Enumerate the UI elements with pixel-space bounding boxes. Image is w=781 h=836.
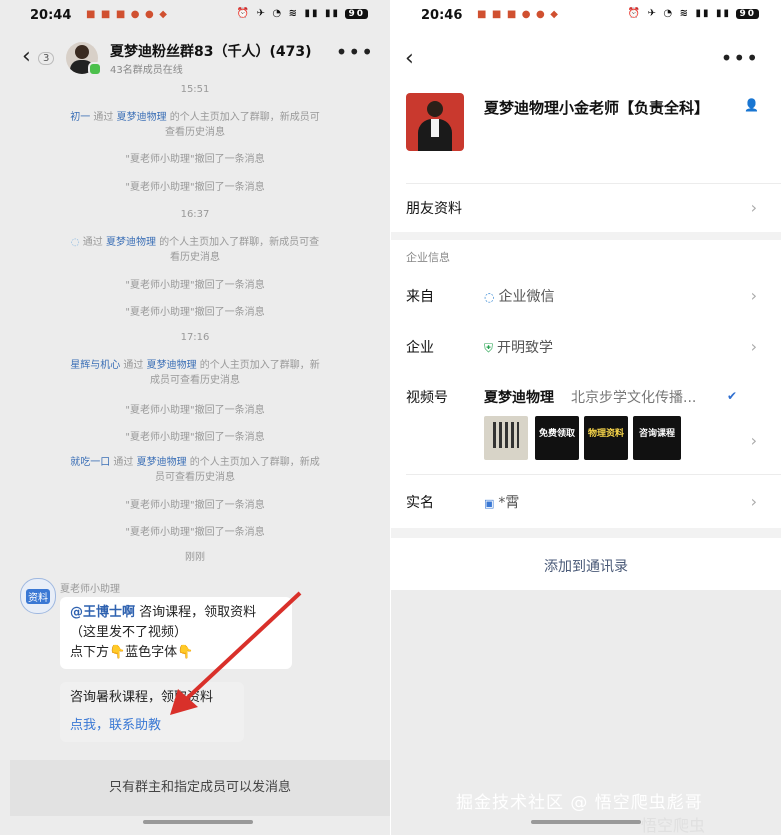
- system-icons: ⏰ ✈ ◔ ≋ ▮▮ ▮▮ 90: [237, 8, 368, 19]
- back-arrow-icon[interactable]: ‹: [405, 46, 414, 71]
- inviter-name[interactable]: 夏梦迪物理: [117, 112, 167, 123]
- timestamp: 刚刚: [185, 552, 205, 563]
- inviter-name[interactable]: 夏梦迪物理: [106, 237, 156, 248]
- video-thumbnail[interactable]: 免费领取: [535, 416, 579, 460]
- unread-count-badge: 3: [38, 52, 55, 65]
- group-chat-screen: 20:44 ■ ■ ■ ● ● ◆ ⏰ ✈ ◔ ≋ ▮▮ ▮▮ 90 ‹ 3 夏…: [0, 0, 390, 835]
- group-title[interactable]: 夏梦迪粉丝群83（千人）(473): [110, 41, 312, 61]
- watermark-text-faint: 悟空爬虫: [641, 816, 706, 835]
- restricted-input-notice: 只有群主和指定成员可以发消息: [10, 760, 390, 816]
- member-name[interactable]: 星辉与机心: [70, 360, 120, 371]
- verified-badge-icon: ✔: [727, 389, 738, 403]
- recall-notice: "夏老师小助理"撤回了一条消息: [125, 182, 265, 193]
- divider: [406, 474, 781, 475]
- notice-text: 通过: [110, 457, 137, 468]
- notification-icons: ■ ■ ■ ● ● ◆: [477, 9, 559, 20]
- assistant-avatar[interactable]: 资料: [20, 578, 56, 614]
- recall-notice: "夏老师小助理"撤回了一条消息: [125, 500, 265, 511]
- notice-text: 的个人主页加入了群聊，新成员可查看历史消息: [165, 112, 320, 138]
- join-notice: ◌ 通过 夏梦迪物理 的个人主页加入了群聊，新成员可查看历史消息: [70, 235, 320, 265]
- from-row[interactable]: 来自 ›: [406, 286, 781, 308]
- recall-notice: "夏老师小助理"撤回了一条消息: [125, 280, 265, 291]
- realname-value: ▣ *霄: [484, 495, 520, 511]
- section-gap: [391, 232, 781, 240]
- avatar-label: 资料: [26, 589, 50, 604]
- mention[interactable]: @王博士啊: [70, 605, 135, 620]
- notice-text: 通过: [90, 112, 117, 123]
- inviter-name[interactable]: 夏梦迪物理: [137, 457, 187, 468]
- status-time: 20:46: [421, 8, 463, 23]
- notice-text: 通过: [82, 237, 106, 248]
- battery-indicator: 90: [736, 9, 759, 19]
- online-status-icon: [88, 62, 102, 76]
- video-thumbnail-qr[interactable]: [484, 416, 528, 460]
- battery-indicator: 90: [345, 9, 368, 19]
- from-label: 来自: [406, 289, 434, 305]
- timestamp: 15:51: [180, 84, 210, 95]
- divider: [406, 183, 781, 184]
- company-value: ⛨ 开明致学: [484, 340, 554, 356]
- section-header: 企业信息: [406, 251, 450, 264]
- red-arrow-annotation: [170, 591, 302, 715]
- chevron-right-icon: ›: [750, 198, 757, 217]
- join-notice: 初一 通过 夏梦迪物理 的个人主页加入了群聊，新成员可查看历史消息: [70, 110, 320, 140]
- contact-profile-screen: 20:46 ■ ■ ■ ● ● ◆ ⏰ ✈ ◔ ≋ ▮▮ ▮▮ 90 ‹ •••…: [391, 0, 781, 835]
- home-indicator[interactable]: [531, 820, 641, 824]
- profile-name: 夏梦迪物理小金老师【负责全科】: [484, 99, 710, 117]
- member-name[interactable]: 就吃一口: [70, 457, 110, 468]
- section-gap: [391, 528, 781, 538]
- channel-name: 夏梦迪物理: [484, 390, 554, 406]
- wecom-icon: ◌: [484, 290, 495, 304]
- recall-notice: "夏老师小助理"撤回了一条消息: [125, 432, 265, 443]
- member-name[interactable]: 初一: [70, 112, 90, 123]
- system-icons: ⏰ ✈ ◔ ≋ ▮▮ ▮▮ 90: [628, 8, 759, 19]
- sender-name: 夏老师小助理: [60, 584, 120, 595]
- person-icon: 👤: [744, 98, 759, 112]
- from-value: ◌ 企业微信: [484, 289, 555, 305]
- company-label: 企业: [406, 340, 434, 356]
- realname-row[interactable]: 实名 ›: [406, 492, 781, 514]
- chevron-right-icon: ›: [750, 431, 757, 450]
- id-card-icon: ▣: [484, 497, 495, 510]
- notification-icons: ■ ■ ■ ● ● ◆: [86, 9, 168, 20]
- online-members-count: 43名群成员在线: [110, 65, 183, 76]
- realname-label: 实名: [406, 495, 434, 511]
- channel-label: 视频号: [406, 390, 448, 406]
- channel-org: 北京步学文化传播...: [571, 390, 697, 406]
- add-to-contacts-button[interactable]: 添加到通讯录: [391, 556, 781, 576]
- watermark-text: 掘金技术社区 @ 悟空爬虫彪哥: [456, 793, 703, 813]
- video-thumbnail[interactable]: 物理资料: [584, 416, 628, 460]
- chevron-right-icon: ›: [750, 337, 757, 356]
- friend-info-label: 朋友资料: [406, 201, 462, 217]
- more-options-icon[interactable]: •••: [721, 46, 759, 70]
- recall-notice: "夏老师小助理"撤回了一条消息: [125, 307, 265, 318]
- status-time: 20:44: [30, 8, 72, 23]
- chat-header: ‹ 3 夏梦迪粉丝群83（千人）(473) 43名群成员在线 •••: [0, 34, 390, 78]
- chevron-right-icon: ›: [750, 286, 757, 305]
- inviter-name[interactable]: 夏梦迪物理: [147, 360, 197, 371]
- timestamp: 17:16: [180, 332, 210, 343]
- join-notice: 星辉与机心 通过 夏梦迪物理 的个人主页加入了群聊，新成员可查看历史消息: [70, 358, 320, 388]
- notice-text: 的个人主页加入了群聊，新成员可查看历史消息: [155, 237, 320, 263]
- user-icon: ◌: [70, 237, 83, 248]
- company-row[interactable]: 企业 ›: [406, 337, 781, 359]
- join-notice: 就吃一口 通过 夏梦迪物理 的个人主页加入了群聊，新成员可查看历史消息: [70, 455, 320, 485]
- status-bar: 20:44 ■ ■ ■ ● ● ◆ ⏰ ✈ ◔ ≋ ▮▮ ▮▮ 90: [0, 0, 390, 30]
- status-bar: 20:46 ■ ■ ■ ● ● ◆ ⏰ ✈ ◔ ≋ ▮▮ ▮▮ 90: [391, 0, 781, 30]
- more-options-icon[interactable]: •••: [336, 40, 374, 64]
- recall-notice: "夏老师小助理"撤回了一条消息: [125, 527, 265, 538]
- video-thumbnail[interactable]: 咨询课程: [633, 416, 681, 460]
- verified-shield-icon: ⛨: [484, 341, 494, 355]
- profile-photo[interactable]: [406, 93, 464, 151]
- recall-notice: "夏老师小助理"撤回了一条消息: [125, 154, 265, 165]
- chevron-right-icon: ›: [750, 492, 757, 511]
- home-indicator[interactable]: [143, 820, 253, 824]
- back-arrow-icon[interactable]: ‹: [22, 44, 31, 69]
- notice-text: 通过: [120, 360, 147, 371]
- recall-notice: "夏老师小助理"撤回了一条消息: [125, 405, 265, 416]
- timestamp: 16:37: [180, 209, 210, 220]
